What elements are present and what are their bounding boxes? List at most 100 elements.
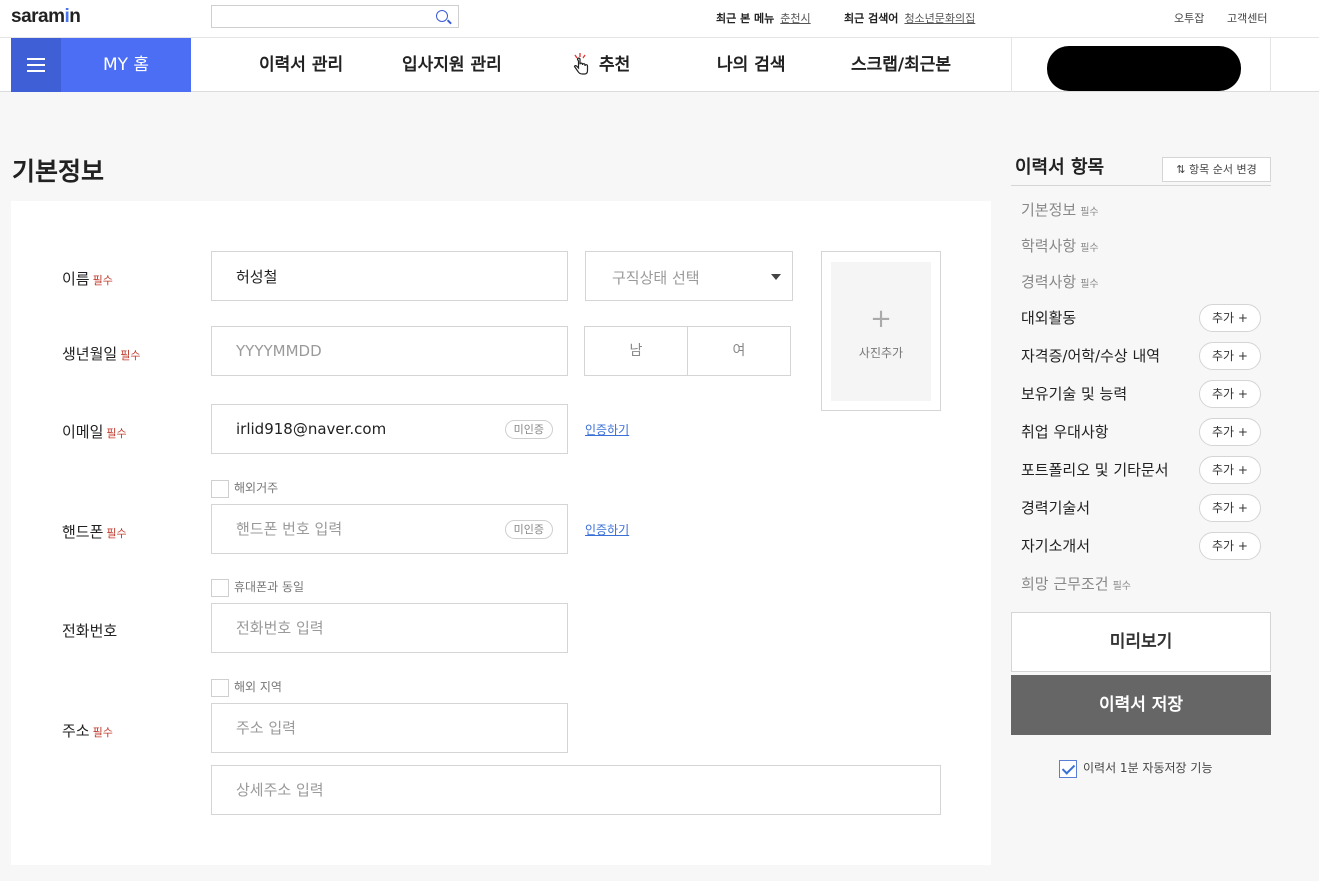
recent-menu-label: 최근 본 메뉴 [716,12,775,25]
job-status-select[interactable]: 구직상태 선택 [585,251,793,301]
gender-toggle: 남 여 [584,326,791,376]
sidebar-item-cover-letter[interactable]: 자기소개서 [1021,535,1090,556]
add-career-description-button[interactable]: 추가 + [1199,494,1261,522]
sidebar-item-label: 희망 근무조건 [1021,575,1109,593]
sidebar-item-certificates[interactable]: 자격증/어학/수상 내역 [1021,345,1160,366]
job-status-placeholder: 구직상태 선택 [612,269,700,287]
required-mark: 필수 [1080,243,1099,254]
overseas-resident-row: 해외거주 [211,479,278,498]
required-mark: 필수 [106,427,127,440]
autosave-checkbox[interactable] [1059,759,1077,778]
email-unverified-badge: 미인증 [504,420,553,439]
sidebar-item-career[interactable]: 경력사항 필수 [1021,271,1099,292]
plus-icon: + [870,304,892,334]
save-resume-button[interactable]: 이력서 저장 [1011,675,1271,735]
search-icon[interactable] [436,10,448,22]
search-input[interactable] [212,6,427,28]
otwojob-link[interactable]: 오투잡 [1174,10,1204,26]
tel-label: 전화번호 [62,620,117,641]
phone-label-text: 핸드폰 [62,523,104,541]
recent-search-link[interactable]: 청소년문화의집 [904,12,975,25]
phone-unverified-badge: 미인증 [504,520,553,539]
main-nav: MY 홈 이력서 관리 입사지원 관리 추천 나의 검색 스크랩/최근본 [0,37,1319,92]
menu-icon[interactable] [11,38,61,92]
plus-icon: + [1237,501,1248,515]
required-mark: 필수 [1080,279,1099,290]
saramin-logo[interactable]: saramin [11,6,81,28]
same-as-mobile-row: 휴대폰과 동일 [211,578,304,597]
sidebar-item-work-conditions[interactable]: 희망 근무조건 필수 [1021,573,1131,594]
same-as-mobile-label: 휴대폰과 동일 [234,580,305,594]
top-bar: saramin 최근 본 메뉴 춘천시 최근 검색어 청소년문화의집 오투잡 고객센… [0,0,1319,37]
add-label: 추가 [1212,311,1235,325]
add-cover-letter-button[interactable]: 추가 + [1199,532,1261,560]
nav-my-home[interactable]: MY 홈 [61,38,191,92]
sidebar-item-education[interactable]: 학력사항 필수 [1021,235,1099,256]
sidebar-item-career-description[interactable]: 경력기술서 [1021,497,1090,518]
sidebar-item-preferences[interactable]: 취업 우대사항 [1021,421,1109,442]
change-order-label: 항목 순서 변경 [1189,163,1257,176]
nav-recommend[interactable]: 추천 [599,38,630,92]
change-order-button[interactable]: ⇅ 항목 순서 변경 [1162,157,1271,182]
required-mark: 필수 [120,349,141,362]
address-field [211,703,568,753]
recent-search: 최근 검색어 청소년문화의집 [844,10,975,26]
nav-resume-management[interactable]: 이력서 관리 [259,38,343,92]
pointing-hand-icon [573,53,589,75]
customer-center-link[interactable]: 고객센터 [1227,10,1267,26]
nav-application-management[interactable]: 입사지원 관리 [402,38,502,92]
add-label: 추가 [1212,539,1235,553]
overseas-area-label: 해외 지역 [234,680,282,694]
gender-male-button[interactable]: 남 [585,327,687,375]
autosave-option: 이력서 1분 자동저장 기능 [1059,759,1212,778]
phone-label: 핸드폰 필수 [62,521,127,542]
email-verify-link[interactable]: 인증하기 [585,421,629,438]
preview-button[interactable]: 미리보기 [1011,612,1271,672]
address-detail-input[interactable] [212,766,940,814]
sort-icon: ⇅ [1176,163,1186,176]
same-as-mobile-checkbox[interactable] [211,578,229,597]
caret-down-icon [771,274,781,280]
tel-input[interactable] [212,604,567,652]
add-preferences-button[interactable]: 추가 + [1199,418,1261,446]
email-field: 미인증 [211,404,568,454]
address-input[interactable] [212,704,567,752]
birth-label: 생년월일 필수 [62,343,140,364]
birth-field [211,326,568,376]
recent-search-label: 최근 검색어 [844,12,899,25]
overseas-area-checkbox[interactable] [211,678,229,697]
birth-label-text: 생년월일 [62,345,118,363]
recent-menu-link[interactable]: 춘천시 [780,12,810,25]
add-certificates-button[interactable]: 추가 + [1199,342,1261,370]
required-mark: 필수 [106,527,127,540]
name-field [211,251,568,301]
overseas-resident-checkbox[interactable] [211,479,229,498]
sidebar-item-basic-info[interactable]: 기본정보 필수 [1021,199,1099,220]
page-title: 기본정보 [12,157,105,186]
sidebar-item-skills[interactable]: 보유기술 및 능력 [1021,383,1127,404]
add-label: 추가 [1212,349,1235,363]
add-portfolio-button[interactable]: 추가 + [1199,456,1261,484]
recent-menu: 최근 본 메뉴 춘천시 [716,10,811,26]
sidebar-item-portfolio[interactable]: 포트폴리오 및 기타문서 [1021,459,1169,480]
sidebar-item-label: 기본정보 [1021,201,1077,219]
gender-female-button[interactable]: 여 [687,327,790,375]
add-label: 추가 [1212,425,1235,439]
sidebar-item-label: 경력사항 [1021,273,1077,291]
nav-scrap-recent[interactable]: 스크랩/최근본 [851,38,951,92]
name-input[interactable] [212,252,567,300]
birth-input[interactable] [212,327,567,375]
plus-icon: + [1237,349,1248,363]
nav-my-search[interactable]: 나의 검색 [717,38,785,92]
phone-verify-link[interactable]: 인증하기 [585,521,629,538]
photo-upload[interactable]: + 사진추가 [821,251,941,411]
add-skills-button[interactable]: 추가 + [1199,380,1261,408]
sidebar-item-activities[interactable]: 대외활동 [1021,307,1076,328]
address-label: 주소 필수 [62,720,113,741]
required-mark: 필수 [1080,207,1099,218]
photo-placeholder: + 사진추가 [831,262,931,401]
add-label: 추가 [1212,387,1235,401]
add-activities-button[interactable]: 추가 + [1199,304,1261,332]
profile-redacted[interactable] [1047,46,1241,91]
address-label-text: 주소 [62,722,90,740]
